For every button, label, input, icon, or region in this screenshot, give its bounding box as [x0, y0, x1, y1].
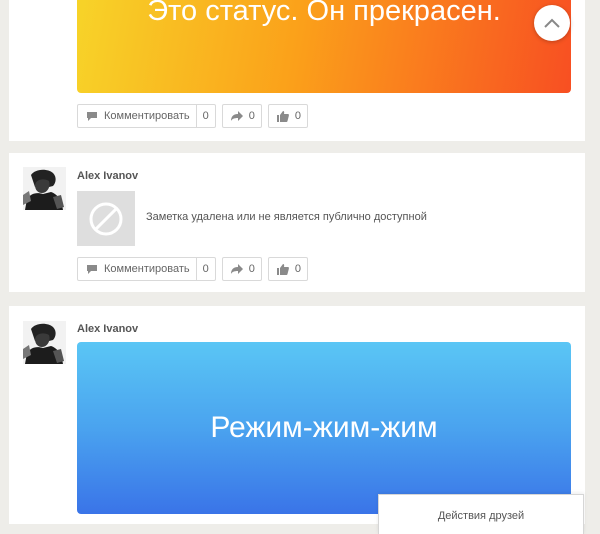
comment-label: Комментировать	[104, 110, 190, 122]
comment-button[interactable]: Комментировать 0	[77, 104, 216, 128]
feed-post: Alex Ivanov Режим-жим-жим	[9, 306, 585, 524]
deleted-note-thumbnail	[77, 191, 135, 246]
share-arrow-icon	[230, 111, 243, 121]
share-button[interactable]: 0	[221, 257, 262, 281]
friends-activity-panel[interactable]: Действия друзей	[378, 494, 584, 534]
comment-icon	[87, 264, 97, 274]
share-button[interactable]: 0	[221, 104, 262, 128]
like-count: 0	[294, 110, 302, 122]
like-button[interactable]: 0	[267, 257, 309, 281]
comment-label: Комментировать	[104, 263, 190, 275]
friends-activity-label: Действия друзей	[437, 510, 525, 522]
status-text: Это статус. Он прекрасен.	[147, 0, 501, 27]
deleted-note-text: Заметка удалена или не является публично…	[146, 211, 427, 223]
feed-post: Alex Ivanov Заметка удалена или не являе…	[9, 153, 585, 292]
avatar[interactable]	[23, 167, 66, 210]
like-count: 0	[294, 263, 302, 275]
author-name[interactable]: Alex Ivanov	[77, 323, 138, 335]
share-count: 0	[248, 263, 255, 275]
user-photo-icon	[23, 167, 66, 210]
status-banner: Режим-жим-жим	[77, 342, 571, 514]
feed-post: Это статус. Он прекрасен. Комментировать…	[9, 0, 585, 141]
post-actions: Комментировать 0 0 0	[77, 257, 309, 281]
like-button[interactable]: 0	[267, 104, 309, 128]
avatar[interactable]	[23, 321, 66, 364]
post-actions: Комментировать 0 0 0	[77, 104, 309, 128]
comment-icon	[87, 111, 97, 121]
chevron-up-icon	[544, 18, 560, 28]
share-count: 0	[248, 110, 255, 122]
status-banner: Это статус. Он прекрасен.	[77, 0, 571, 93]
thumbs-up-icon	[276, 263, 289, 275]
status-text: Режим-жим-жим	[210, 411, 438, 444]
comment-count: 0	[195, 105, 215, 127]
thumbs-up-icon	[276, 110, 289, 122]
share-arrow-icon	[230, 264, 243, 274]
comment-count: 0	[195, 258, 215, 280]
author-name[interactable]: Alex Ivanov	[77, 170, 138, 182]
user-photo-icon	[23, 321, 66, 364]
comment-button[interactable]: Комментировать 0	[77, 257, 216, 281]
blocked-icon	[89, 202, 123, 235]
scroll-to-top-button[interactable]	[534, 5, 570, 41]
